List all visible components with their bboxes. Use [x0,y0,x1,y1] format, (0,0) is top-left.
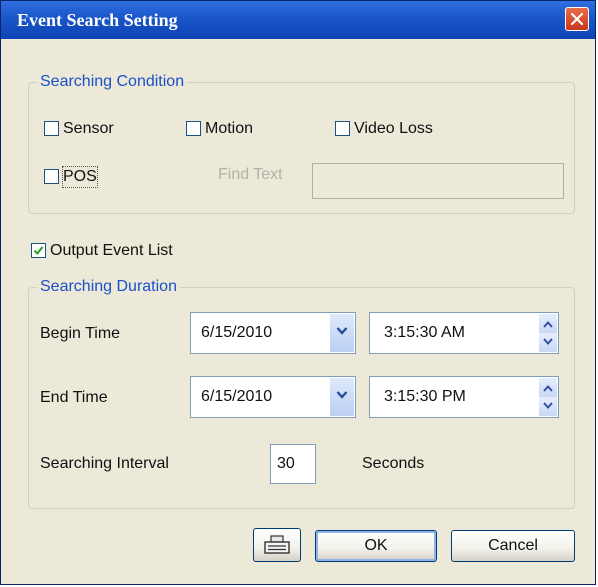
keyboard-icon [264,535,290,554]
pos-checkbox[interactable] [44,169,59,184]
begin-time-spin-down[interactable] [539,333,557,352]
begin-date-picker[interactable]: 6/15/2010 [190,312,356,354]
searching-duration-group: Searching Duration Begin Time 6/15/2010 … [28,277,575,509]
video-loss-label[interactable]: Video Loss [354,119,433,139]
ok-button-label: OK [364,537,388,554]
ok-button[interactable]: OK [315,530,437,562]
motion-label[interactable]: Motion [205,119,253,139]
begin-time-value: 3:15:30 AM [384,324,465,341]
searching-interval-input[interactable]: 30 [270,444,316,484]
pos-label[interactable]: POS [62,166,98,188]
cancel-button[interactable]: Cancel [451,530,575,562]
end-date-picker[interactable]: 6/15/2010 [190,376,356,418]
searching-interval-value: 30 [277,455,295,472]
end-time-spinner[interactable] [539,378,557,416]
end-time-spin-up[interactable] [539,378,557,398]
end-date-dropdown-button[interactable] [329,378,354,416]
find-text-input [312,163,564,199]
find-text-label: Find Text [218,166,283,183]
searching-condition-legend: Searching Condition [37,72,188,92]
title-bar: Event Search Setting [1,1,595,39]
arrow-down-icon [543,338,553,345]
arrow-up-icon [543,385,553,392]
begin-date-value: 6/15/2010 [201,324,273,341]
end-time-spin-down[interactable] [539,397,557,416]
video-loss-checkbox[interactable] [335,121,350,136]
end-time-input[interactable]: 3:15:30 PM [369,376,559,418]
begin-time-spin-up[interactable] [539,314,557,334]
seconds-label: Seconds [362,455,425,472]
searching-duration-legend: Searching Duration [37,277,180,297]
end-date-value: 6/15/2010 [201,388,273,405]
begin-time-input[interactable]: 3:15:30 AM [369,312,559,354]
keyboard-button[interactable] [253,528,301,562]
searching-condition-group: Searching Condition Sensor Motion Video … [28,72,575,214]
arrow-down-icon [543,402,553,409]
begin-date-dropdown-button[interactable] [329,314,354,352]
begin-time-spinner[interactable] [539,314,557,352]
checkmark-icon [33,246,44,256]
close-button[interactable] [565,7,589,31]
end-time-label: End Time [40,389,108,406]
cancel-button-label: Cancel [488,537,538,554]
searching-interval-label: Searching Interval [40,455,169,472]
chevron-down-icon [336,327,348,335]
sensor-label[interactable]: Sensor [63,119,114,139]
chevron-down-icon [336,391,348,399]
output-event-list-label[interactable]: Output Event List [50,241,173,261]
output-event-list-checkbox[interactable] [31,243,46,258]
motion-checkbox[interactable] [186,121,201,136]
arrow-up-icon [543,321,553,328]
close-icon [571,13,583,25]
event-search-setting-dialog: Event Search Setting Searching Condition… [0,0,596,585]
dialog-content: Searching Condition Sensor Motion Video … [1,39,595,584]
end-time-value: 3:15:30 PM [384,388,466,405]
window-title: Event Search Setting [17,10,178,30]
sensor-checkbox[interactable] [44,121,59,136]
begin-time-label: Begin Time [40,325,121,342]
